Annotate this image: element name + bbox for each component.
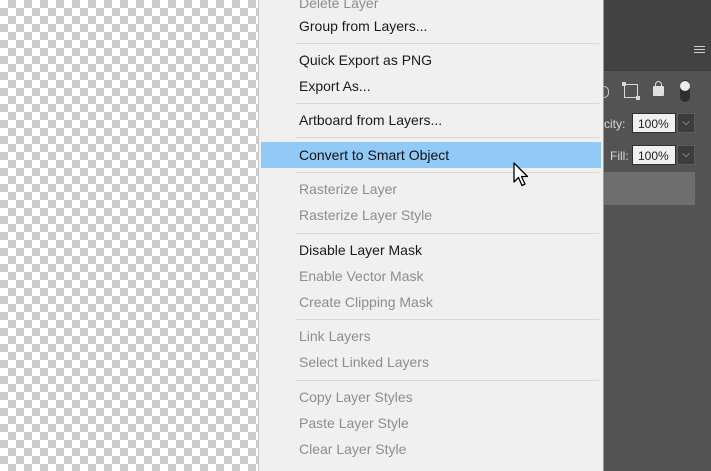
menu-item-group-from-layers[interactable]: Group from Layers... [261,13,601,39]
fill-dropdown[interactable]: ⌵ [677,145,695,165]
menu-item-rasterize-layer[interactable]: Rasterize Layer [261,176,601,202]
menu-separator [296,172,599,173]
transform-lock-icon[interactable] [622,82,640,100]
fill-field[interactable]: 100% [632,145,676,165]
toggle-icon[interactable] [680,80,690,102]
menu-item-rasterize-layer-style[interactable]: Rasterize Layer Style [261,202,601,228]
menu-item-enable-vector-mask[interactable]: Enable Vector Mask [261,263,601,289]
menu-item-link-layers[interactable]: Link Layers [261,323,601,349]
menu-item-convert-to-smart-object[interactable]: Convert to Smart Object [261,142,601,168]
layer-row[interactable] [604,172,695,205]
layers-panel: city: 100% ⌵ Fill: 100% ⌵ [602,0,711,471]
menu-separator [296,319,599,320]
menu-item-clear-layer-style[interactable]: Clear Layer Style [261,436,601,462]
menu-item-paste-layer-style[interactable]: Paste Layer Style [261,410,601,436]
fill-label: Fill: [610,149,629,163]
opacity-dropdown[interactable]: ⌵ [677,113,695,133]
menu-separator [296,233,599,234]
opacity-field[interactable]: 100% [632,113,676,133]
menu-item-artboard-from-layers[interactable]: Artboard from Layers... [261,107,601,133]
lock-toolbar [602,80,711,104]
panel-topbar [604,0,711,34]
menu-item-export-as[interactable]: Export As... [261,73,601,99]
menu-separator [296,137,599,138]
menu-separator [296,43,599,44]
layer-context-menu: Delete Layer Group from Layers... Quick … [258,0,604,471]
menu-item-disable-layer-mask[interactable]: Disable Layer Mask [261,237,601,263]
panel-menu-icon[interactable] [694,46,705,55]
menu-separator [296,103,599,104]
menu-item-select-linked-layers[interactable]: Select Linked Layers [261,349,601,375]
menu-item-quick-export-png[interactable]: Quick Export as PNG [261,47,601,73]
mouse-pointer-icon [513,162,529,187]
padlock-icon[interactable] [653,81,664,96]
menu-separator [296,380,599,381]
menu-item-copy-layer-styles[interactable]: Copy Layer Styles [261,384,601,410]
opacity-label: city: [604,117,626,131]
menu-item-create-clipping-mask[interactable]: Create Clipping Mask [261,289,601,315]
transparent-canvas[interactable] [0,0,258,471]
